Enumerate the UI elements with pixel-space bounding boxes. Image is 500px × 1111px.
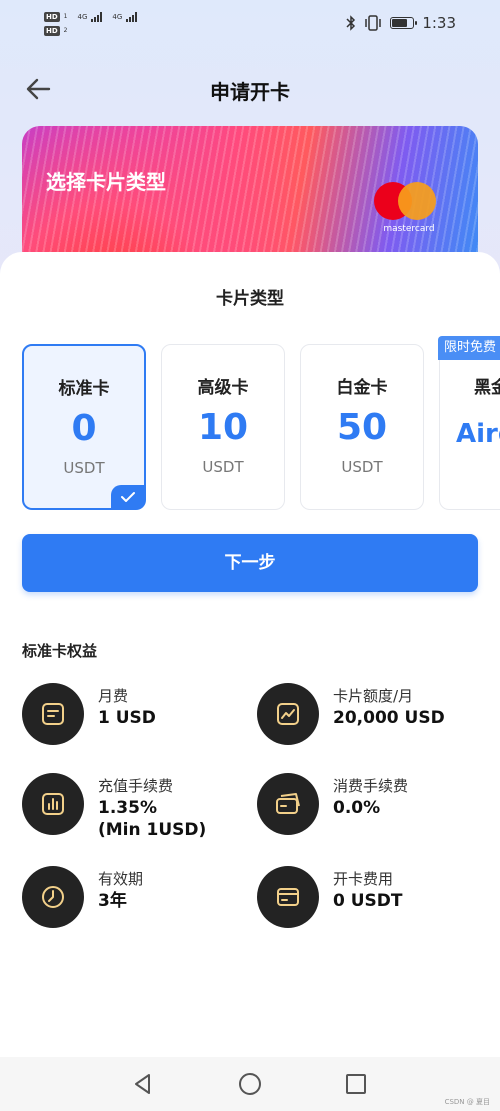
page-header: 申请开卡 [0,66,500,112]
benefit-value: 20,000 USD [333,708,445,728]
benefit-label: 卡片额度/月 [333,687,414,705]
sim2-number: 2 [63,27,68,34]
status-right: 1:33 [346,14,456,32]
system-nav-bar: CSDN @ 夏目 [0,1057,500,1111]
card-type-list[interactable]: 标准卡 0 USDT 高级卡 10 USDT 白金卡 50 USDT 黑金卡 A… [22,344,500,514]
nav-back-button[interactable] [130,1071,156,1097]
card-name: 黑金卡 [474,378,500,398]
benefit-monthly-fee: 月费 1 USD [22,683,242,753]
benefit-label: 开卡费用 [333,870,394,888]
status-bar: HD 1 4G 4G HD 2 1:33 [0,0,500,48]
benefit-label: 月费 [98,687,129,705]
network1-label: 4G [77,13,88,21]
mastercard-logo: mastercard [374,182,444,242]
benefit-spending-fee: 消费手续费 0.0% [257,773,477,843]
hd-sim1-badge: HD [44,12,60,22]
benefit-topup-fee: 充值手续费 1.35% (Min 1USD) [22,773,242,863]
card-price: Aird [456,419,500,449]
vibrate-icon [365,15,382,31]
card-option-standard[interactable]: 标准卡 0 USDT [22,344,146,510]
benefits-title: 标准卡权益 [22,642,98,660]
card-price: 0 [71,408,97,449]
benefit-value: 3年 [98,891,127,911]
card-type-title: 卡片类型 [216,289,284,309]
selected-check-icon [111,485,145,509]
benefit-label: 有效期 [98,870,144,888]
square-recent-icon [346,1074,366,1094]
banner-text: 选择卡片类型 [46,170,166,194]
hd-sim2-badge: HD [44,26,60,36]
signal-bars-icon [126,12,138,22]
signal-indicators: HD 1 4G 4G HD 2 [44,10,138,38]
battery-icon [390,17,418,29]
credit-card-icon [277,888,299,906]
bar-chart-icon [42,793,64,815]
triangle-back-icon [135,1074,150,1094]
card-name: 白金卡 [336,378,388,398]
benefit-value: 0.0% [333,798,381,818]
benefit-value: 0 USDT [333,891,403,911]
benefit-label: 消费手续费 [333,777,409,795]
limited-free-badge: 限时免费 [438,336,500,360]
card-price: 50 [336,407,388,448]
sim1-number: 1 [63,13,68,20]
watermark: CSDN @ 夏目 [444,1098,490,1106]
card-unit: USDT [341,458,383,476]
benefit-card-limit: 卡片额度/月 20,000 USD [257,683,477,753]
card-option-black-gold[interactable]: 黑金卡 Aird [439,344,500,510]
network2-label: 4G [112,13,123,21]
benefit-opening-fee: 开卡费用 0 USDT [257,866,477,936]
card-name: 标准卡 [58,379,110,399]
nav-home-button[interactable] [237,1071,263,1097]
circle-home-icon [239,1073,261,1095]
card-option-platinum[interactable]: 白金卡 50 USDT [300,344,424,510]
card-unit: USDT [63,459,105,477]
card-price: 10 [197,407,249,448]
clock-time: 1:33 [422,14,456,32]
card-option-premium[interactable]: 高级卡 10 USDT [161,344,285,510]
card-unit: USDT [202,458,244,476]
bluetooth-icon [346,15,356,31]
benefit-value: 1.35% [98,798,157,818]
content-sheet: 卡片类型 标准卡 0 USDT 高级卡 10 USDT 白金卡 50 USDT … [0,252,500,1057]
document-icon [42,703,64,725]
signal-bars-icon [91,12,103,22]
card-name: 高级卡 [197,378,249,398]
benefit-value: 1 USD [98,708,156,728]
trend-chart-icon [277,703,299,725]
cards-icon [276,793,300,814]
benefit-validity: 有效期 3年 [22,866,242,936]
nav-recent-button[interactable] [343,1071,369,1097]
clock-icon [42,886,64,908]
next-step-button[interactable]: 下一步 [22,534,478,592]
benefit-value-min: (Min 1USD) [98,820,207,840]
benefit-label: 充值手续费 [98,777,174,795]
page-title: 申请开卡 [210,80,290,104]
